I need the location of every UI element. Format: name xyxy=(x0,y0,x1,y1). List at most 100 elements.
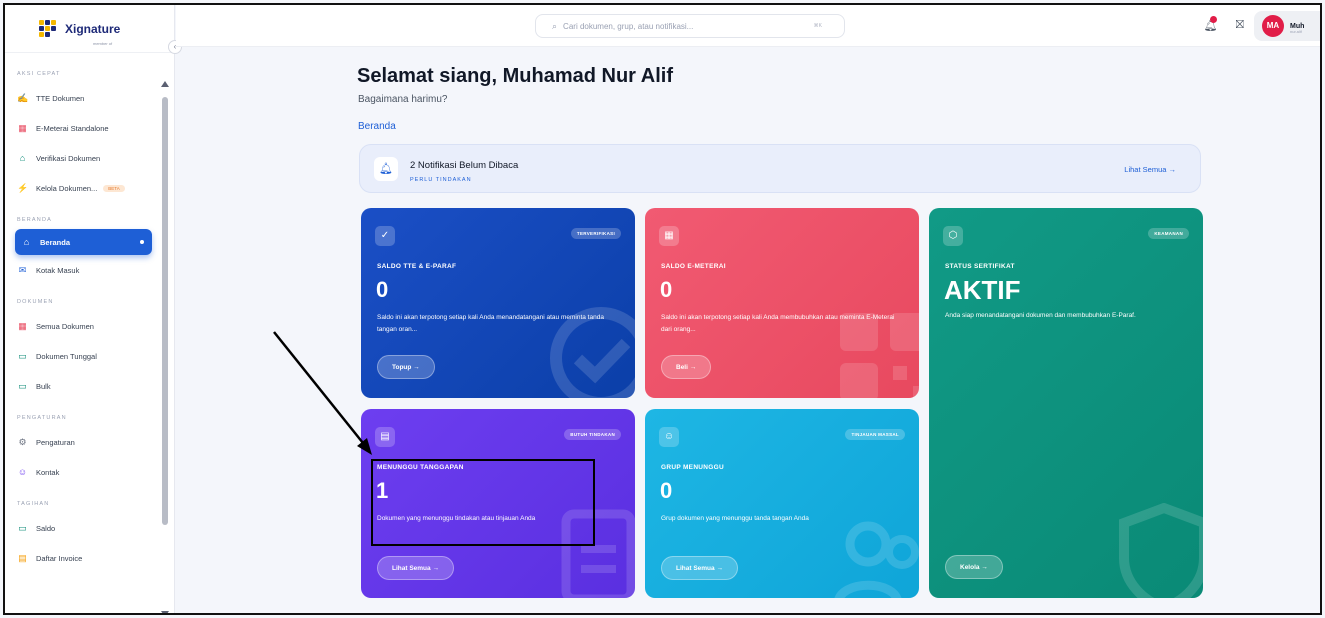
sidebar-scrollbar[interactable] xyxy=(161,79,169,613)
sidebar-nav: AKSI CEPAT ✍ TTE Dokumen ▦ E-Meterai Standal… xyxy=(5,71,174,573)
search-icon: ⌕ xyxy=(552,20,558,31)
notification-banner[interactable]: 🔔︎ 2 Notifikasi Belum Dibaca PERLU TINDA… xyxy=(359,144,1201,193)
sidebar-item-label: Daftar Invoice xyxy=(36,553,83,563)
xignature-logo-icon xyxy=(39,19,59,38)
sidebar-item-dokumen-tunggal[interactable]: ▭ Dokumen Tunggal xyxy=(5,341,174,371)
card-label: SALDO E-METERAI xyxy=(661,263,726,270)
manage-button[interactable]: Kelola → xyxy=(945,555,1003,579)
document-icon: ▤ xyxy=(375,427,395,447)
bolt-icon: ⚡ xyxy=(17,182,29,193)
card-label: SALDO TTE & E-PARAF xyxy=(377,263,457,270)
avatar: MA xyxy=(1262,15,1284,37)
check-circle-icon: ✓ xyxy=(375,226,395,246)
sidebar-item-label: Semua Dokumen xyxy=(36,321,94,331)
card-label: GRUP MENUNGGU xyxy=(661,464,725,471)
notification-title: 2 Notifikasi Belum Dibaca xyxy=(410,160,519,171)
scroll-down-icon[interactable] xyxy=(161,611,169,613)
card-value: 0 xyxy=(660,277,673,302)
home-icon: ⌂ xyxy=(23,236,30,247)
sidebar-item-verifikasi-dokumen[interactable]: ⌂ Verifikasi Dokumen xyxy=(5,143,174,173)
page-subtitle: Bagaimana harimu? xyxy=(358,94,448,105)
status-badge: BUTUH TINDAKAN xyxy=(564,429,621,440)
bell-icon: 🔔︎ xyxy=(374,157,398,181)
topbar: ⌕ Cari dokumen, grup, atau notifikasi...… xyxy=(176,5,1320,47)
qr-code-icon: ▦ xyxy=(659,226,679,246)
folder-icon: ▭ xyxy=(18,380,27,391)
user-menu[interactable]: MA Muh nur.alif xyxy=(1254,11,1320,41)
sidebar-section-title: DOKUMEN xyxy=(17,299,54,305)
sidebar-item-label: Kelola Dokumen... xyxy=(36,183,98,193)
sidebar-item-bulk[interactable]: ▭ Bulk xyxy=(5,371,174,401)
gift-icon[interactable]: ⛝ xyxy=(1236,19,1244,32)
sidebar-item-e-meterai-standalone[interactable]: ▦ E-Meterai Standalone xyxy=(5,113,174,143)
card-label: STATUS SERTIFIKAT xyxy=(945,263,1015,270)
sidebar-item-label: Dokumen Tunggal xyxy=(36,351,97,361)
shortcut-hint: ⌘K xyxy=(813,23,822,29)
card-description: Saldo ini akan terpotong setiap kali And… xyxy=(377,314,604,333)
folder-icon: ▭ xyxy=(18,350,27,361)
card-description: Anda siap menandatangani dokumen dan mem… xyxy=(945,312,1136,319)
sidebar-item-saldo[interactable]: ▭ Saldo xyxy=(5,513,174,543)
user-email: nur.alif xyxy=(1290,29,1302,34)
search-input[interactable]: ⌕ Cari dokumen, grup, atau notifikasi...… xyxy=(535,14,845,38)
scroll-thumb[interactable] xyxy=(162,97,168,525)
shield-icon: ⬡ xyxy=(943,226,963,246)
users-icon: ☺ xyxy=(659,427,679,447)
sidebar-section-title: PENGATURAN xyxy=(17,415,67,421)
signature-icon: ✍ xyxy=(17,92,29,103)
sidebar-item-label: Verifikasi Dokumen xyxy=(36,153,101,163)
brand-sub: member of xyxy=(93,41,113,46)
highlight-box xyxy=(371,459,595,546)
card-status-sertifikat: ⬡ KEAMANAN STATUS SERTIFIKAT AKTIF Anda … xyxy=(929,208,1203,598)
status-badge: KEAMANAN xyxy=(1148,228,1189,239)
users-icon: ☺ xyxy=(17,466,28,477)
sidebar: Xignature member of ‹ AKSI CEPAT ✍ TTE Dok… xyxy=(5,5,182,613)
card-value: 0 xyxy=(660,478,673,503)
sidebar-section-title: AKSI CEPAT xyxy=(17,71,61,77)
invoice-icon: ▤ xyxy=(18,552,27,563)
card-icon: ▭ xyxy=(18,522,27,533)
status-badge: TERVERIFIKASI xyxy=(570,228,621,239)
card-saldo-tte: ✓ TERVERIFIKASI SALDO TTE & E-PARAF 0 Sa… xyxy=(361,208,635,398)
card-value: 0 xyxy=(376,277,389,302)
brand-name: Xignature xyxy=(65,21,121,36)
topup-button[interactable]: Topup → xyxy=(377,355,435,379)
search-placeholder: Cari dokumen, grup, atau notifikasi... xyxy=(563,21,694,31)
mail-icon: ✉ xyxy=(18,264,27,275)
brand[interactable]: Xignature member of xyxy=(5,5,174,53)
grid-icon: ▦ xyxy=(18,320,27,331)
sidebar-item-daftar-invoice[interactable]: ▤ Daftar Invoice xyxy=(5,543,174,573)
sidebar-item-tte-dokumen[interactable]: ✍ TTE Dokumen xyxy=(5,83,174,113)
see-all-button[interactable]: Lihat Semua → xyxy=(661,556,738,580)
sidebar-item-kelola-dokumen[interactable]: ⚡ Kelola Dokumen... BETA xyxy=(5,173,174,203)
card-grup-menunggu: ☺ TINJAUAN MASSAL GRUP MENUNGGU 0 Grup d… xyxy=(645,409,919,598)
sidebar-item-label: Saldo xyxy=(36,523,56,533)
bell-icon[interactable]: 🔔︎ xyxy=(1204,16,1218,32)
sidebar-item-kontak[interactable]: ☺ Kontak xyxy=(5,457,174,487)
sidebar-section-title: TAGIHAN xyxy=(17,501,50,507)
breadcrumb[interactable]: Beranda xyxy=(358,121,396,132)
buy-button[interactable]: Beli → xyxy=(661,355,712,379)
card-value: AKTIF xyxy=(944,275,1021,305)
lock-icon: ⌂ xyxy=(19,152,26,163)
notification-sub: PERLU TINDAKAN xyxy=(410,177,472,183)
sidebar-item-label: Kontak xyxy=(36,467,60,477)
sidebar-item-label: Bulk xyxy=(36,381,51,391)
see-all-notifications-link[interactable]: Lihat Semua → xyxy=(1124,165,1176,174)
sidebar-item-semua-dokumen[interactable]: ▦ Semua Dokumen xyxy=(5,311,174,341)
sidebar-item-kotak-masuk[interactable]: ✉ Kotak Masuk xyxy=(5,255,174,285)
sidebar-item-label: E-Meterai Standalone xyxy=(36,123,109,133)
topbar-icons: 🔔︎ ⛝ xyxy=(1204,16,1244,32)
sidebar-item-beranda[interactable]: ⌂ Beranda xyxy=(15,229,152,255)
scroll-up-icon[interactable] xyxy=(161,81,169,87)
card-description: Saldo ini akan terpotong setiap kali And… xyxy=(661,314,895,333)
sidebar-item-pengaturan[interactable]: ⚙ Pengaturan xyxy=(5,427,174,457)
sidebar-item-label: TTE Dokumen xyxy=(36,93,85,103)
sidebar-item-label: Kotak Masuk xyxy=(36,265,80,275)
card-description: Grup dokumen yang menunggu tanda tangan … xyxy=(661,515,809,522)
beta-badge: BETA xyxy=(103,184,125,192)
status-badge: TINJAUAN MASSAL xyxy=(845,429,905,440)
card-saldo-emeterai: ▦ SALDO E-METERAI 0 Saldo ini akan terpo… xyxy=(645,208,919,398)
grid-icon: ▦ xyxy=(18,122,27,133)
see-all-button[interactable]: Lihat Semua → xyxy=(377,556,454,580)
